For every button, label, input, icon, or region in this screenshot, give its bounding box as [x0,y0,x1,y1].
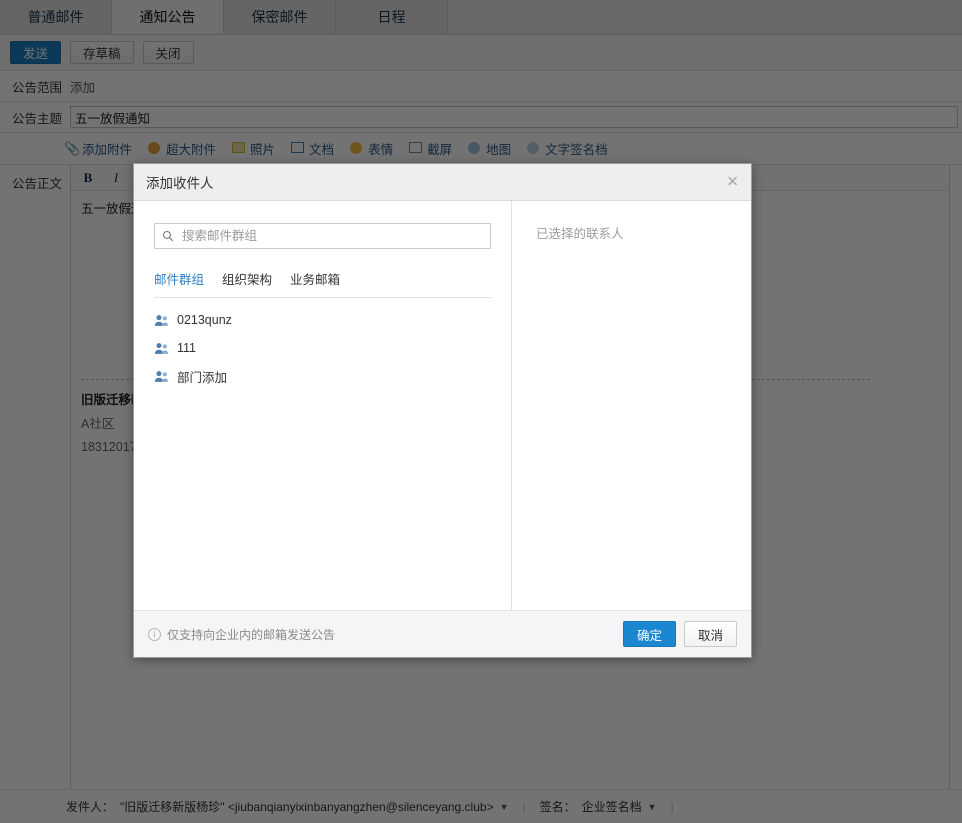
search-box[interactable] [154,223,491,249]
close-icon[interactable]: ✕ [726,175,739,190]
info-icon: i [148,628,161,641]
search-icon [162,230,174,242]
dialog-title: 添加收件人 [146,172,214,192]
dialog-note: i 仅支持向企业内的邮箱发送公告 [148,626,615,643]
subtab-label: 组织架构 [222,273,272,287]
dialog-header: 添加收件人 ✕ [134,164,751,201]
group-list: 0213qunz 111 [154,298,491,390]
subtab-business-mailbox[interactable]: 业务邮箱 [290,269,340,288]
selected-contacts-placeholder: 已选择的联系人 [536,223,731,242]
add-recipient-dialog: 添加收件人 ✕ 邮件群组 组织架构 [133,163,752,658]
selected-contacts-panel: 已选择的联系人 [512,201,751,610]
people-group-icon [154,370,169,383]
subtab-label: 邮件群组 [154,273,204,287]
search-input[interactable] [180,228,483,244]
list-item[interactable]: 0213qunz [154,306,491,334]
subtab-org-structure[interactable]: 组织架构 [222,269,272,288]
group-name: 0213qunz [177,313,232,327]
note-text: 仅支持向企业内的邮箱发送公告 [167,626,335,643]
subtab-label: 业务邮箱 [290,273,340,287]
list-item[interactable]: 111 [154,334,491,362]
dialog-footer: i 仅支持向企业内的邮箱发送公告 确定 取消 [134,610,751,657]
group-name: 111 [177,341,196,355]
subtab-mail-groups[interactable]: 邮件群组 [154,269,204,288]
list-item[interactable]: 部门添加 [154,362,491,390]
cancel-button[interactable]: 取消 [684,621,737,647]
people-group-icon [154,314,169,327]
dialog-subtabs: 邮件群组 组织架构 业务邮箱 [154,269,491,298]
group-browser-panel: 邮件群组 组织架构 业务邮箱 [134,201,512,610]
people-group-icon [154,342,169,355]
app-root: 普通邮件 通知公告 保密邮件 日程 发送 存草稿 关闭 公告范围 添加 [0,0,962,823]
group-name: 部门添加 [177,367,227,386]
dialog-body: 邮件群组 组织架构 业务邮箱 [134,201,751,610]
confirm-button[interactable]: 确定 [623,621,676,647]
